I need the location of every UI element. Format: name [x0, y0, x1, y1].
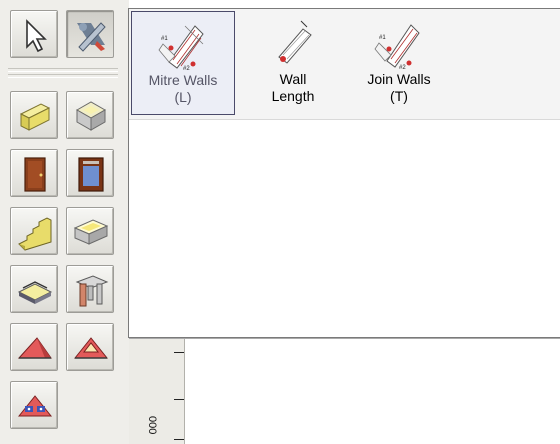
- join-walls-button[interactable]: #1 #2 Join Walls (T): [347, 11, 451, 115]
- roof-dormer-icon: [17, 395, 53, 417]
- columns-tool-button[interactable]: [66, 265, 114, 313]
- wall-length-icon: [278, 20, 312, 64]
- arrow-pointer-icon: [26, 19, 47, 53]
- pool-tool-button[interactable]: [66, 207, 114, 255]
- roof-tool-button[interactable]: [10, 323, 58, 371]
- svg-text:#1: #1: [161, 36, 168, 42]
- flyout-item-label: Mitre Walls: [148, 72, 218, 88]
- room-box-icon: [75, 101, 107, 131]
- doors-tool-button[interactable]: [10, 149, 58, 197]
- toolbar-divider: [8, 68, 118, 72]
- wall-tools-flyout: #1 #2 Mitre Walls (L) Wall Length #1 #2 …: [128, 8, 560, 338]
- select-tool-button[interactable]: [10, 10, 58, 58]
- roof-window-icon: [73, 337, 109, 359]
- stairs-icon: [18, 217, 52, 251]
- wall-icon: [19, 103, 51, 131]
- flyout-item-sublabel: (T): [390, 88, 408, 104]
- toolbar-divider: [8, 74, 118, 78]
- wall-tools-icon: [77, 22, 106, 52]
- svg-text:#1: #1: [379, 35, 386, 41]
- pool-icon: [73, 219, 109, 245]
- roof-window-tool-button[interactable]: [66, 323, 114, 371]
- deck-icon: [17, 281, 53, 304]
- ruler-tick: [174, 352, 184, 353]
- walls-tool-button[interactable]: [10, 91, 58, 139]
- tool-palette: [0, 0, 129, 444]
- roof-dormer-tool-button[interactable]: [10, 381, 58, 429]
- ruler-label: 000: [146, 416, 158, 435]
- mitre-walls-icon: #1 #2: [158, 25, 204, 72]
- flyout-item-sublabel: (L): [174, 89, 192, 105]
- column-icon: [75, 275, 109, 307]
- ruler-tick: [174, 399, 184, 400]
- flyout-item-label: Join Walls: [367, 71, 431, 87]
- rooms-tool-button[interactable]: [66, 91, 114, 139]
- flyout-tool-strip: #1 #2 Mitre Walls (L) Wall Length #1 #2 …: [129, 9, 560, 120]
- stairs-tool-button[interactable]: [10, 207, 58, 255]
- wall-length-button[interactable]: Wall Length: [241, 11, 345, 115]
- door-icon: [24, 157, 46, 192]
- flyout-item-sublabel: Length: [271, 88, 315, 104]
- windows-tool-button[interactable]: [66, 149, 114, 197]
- mitre-walls-button[interactable]: #1 #2 Mitre Walls (L): [131, 11, 235, 115]
- wall-tools-button[interactable]: [66, 10, 114, 58]
- roof-icon: [17, 337, 52, 359]
- flyout-item-label: Wall: [279, 71, 307, 87]
- window-icon: [78, 157, 104, 192]
- join-walls-icon: #1 #2: [374, 24, 420, 71]
- deck-tool-button[interactable]: [10, 265, 58, 313]
- drawing-canvas[interactable]: [185, 336, 560, 444]
- ruler-tick: [174, 439, 184, 440]
